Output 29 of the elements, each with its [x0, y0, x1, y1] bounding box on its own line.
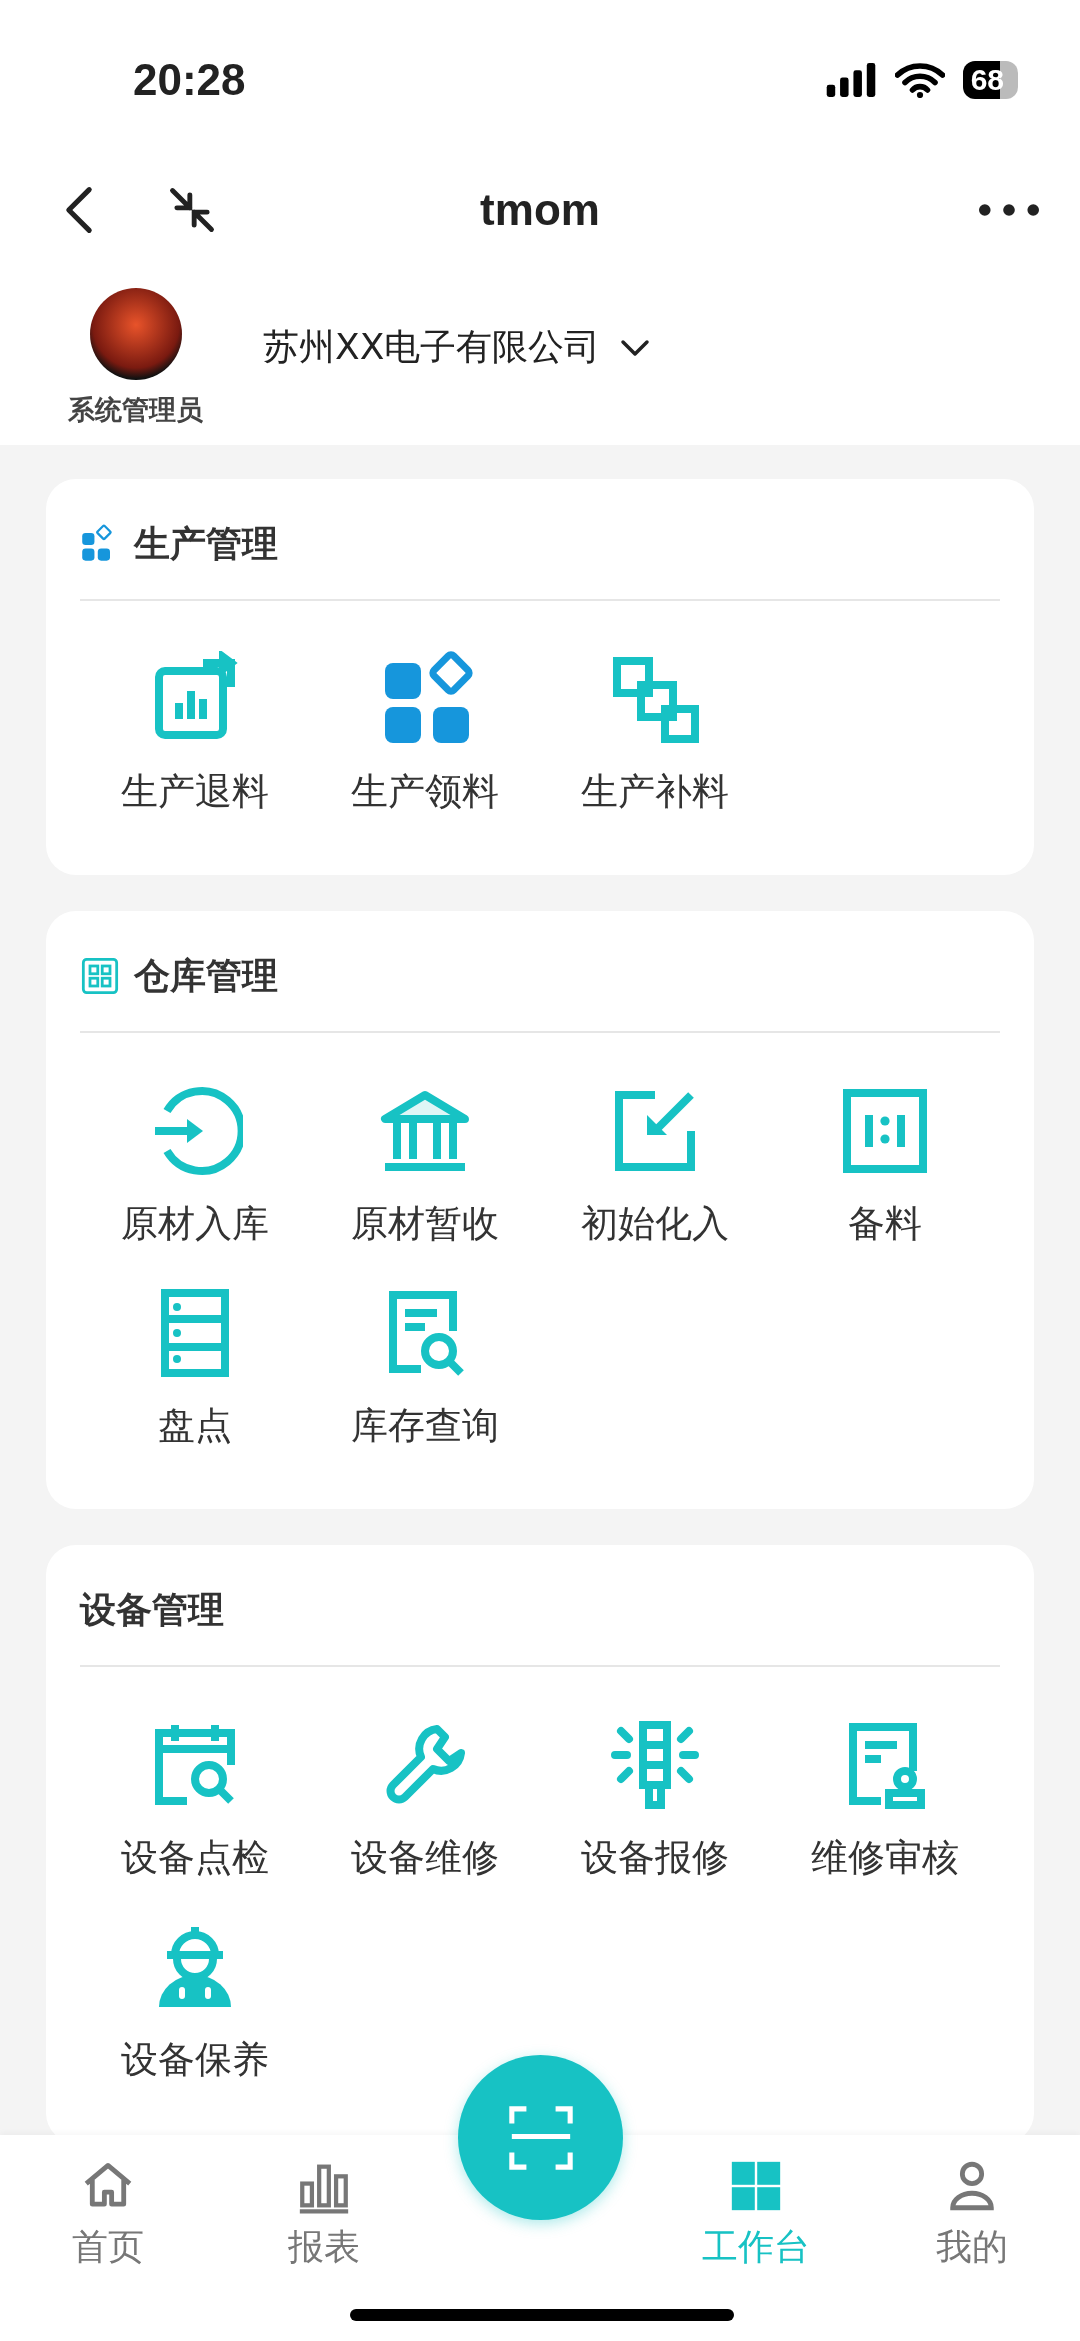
signal-icon [824, 63, 877, 97]
feature-label[interactable]: 生产补料 [581, 767, 729, 817]
section-title: 生产管理 [134, 521, 278, 566]
feature-label[interactable]: 设备保养 [121, 2035, 269, 2085]
page-title: tmom [480, 185, 600, 235]
feature-label[interactable]: 原材入库 [121, 1199, 269, 1249]
feature-label[interactable]: 设备维修 [351, 1833, 499, 1883]
feature-label[interactable]: 设备点检 [121, 1833, 269, 1883]
grid-icon [80, 956, 120, 996]
feature-label[interactable]: 初始化入 [581, 1199, 729, 1249]
company-selector[interactable]: 苏州XX电子有限公司 [263, 323, 651, 372]
feature-label[interactable]: 维修审核 [811, 1833, 959, 1883]
feature-label[interactable]: 原材暂收 [351, 1199, 499, 1249]
user-role: 系统管理员 [68, 392, 203, 427]
feature-label[interactable]: 生产领料 [351, 767, 499, 817]
feature-label[interactable]: 设备报修 [581, 1833, 729, 1883]
tab[interactable]: 我的 [864, 2135, 1080, 2341]
tab[interactable]: 报表 [216, 2135, 432, 2341]
feature-label[interactable]: 备料 [848, 1199, 922, 1249]
feature-label[interactable]: 库存查询 [351, 1401, 499, 1451]
feature-label[interactable]: 盘点 [158, 1401, 232, 1451]
status-time: 20:28 [133, 55, 246, 105]
chevron-down-icon [620, 337, 651, 358]
feature-label[interactable]: 生产退料 [121, 767, 269, 817]
more-icon[interactable] [978, 203, 1040, 217]
tab[interactable]: 首页 [0, 2135, 216, 2341]
section-title: 仓库管理 [134, 953, 278, 998]
section-title: 设备管理 [80, 1587, 224, 1632]
wifi-icon [894, 62, 945, 98]
